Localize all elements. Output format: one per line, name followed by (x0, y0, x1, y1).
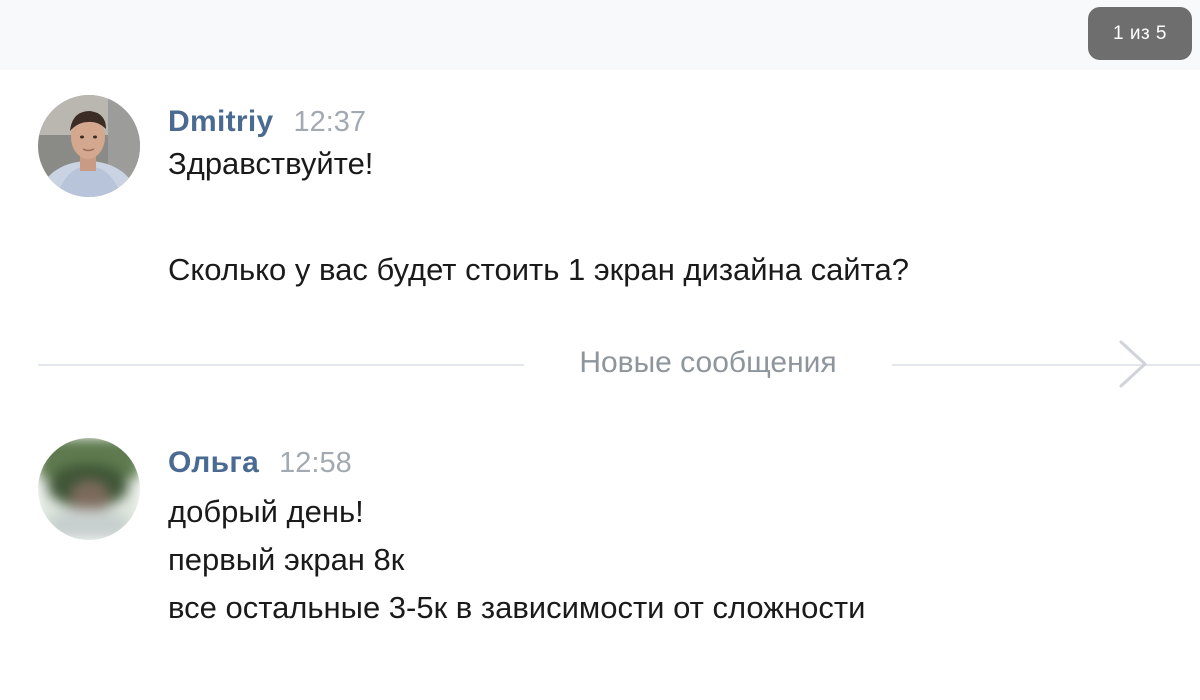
message-header: Ольга 12:58 (168, 446, 352, 486)
message-line: Сколько у вас будет стоить 1 экран дизай… (168, 252, 909, 287)
page-counter-badge: 1 из 5 (1088, 7, 1192, 60)
message-body: добрый день! первый экран 8к все остальн… (168, 488, 1168, 632)
message-line: первый экран 8к (168, 542, 405, 577)
message-line: все остальные 3-5к в зависимости от слож… (168, 590, 866, 625)
next-page-button[interactable] (1108, 336, 1158, 392)
user-photo-avatar-icon (38, 95, 140, 197)
message-time: 12:58 (279, 447, 352, 479)
blurred-user-avatar-icon (38, 438, 140, 540)
message-line: Здравствуйте! (168, 146, 374, 181)
divider-label: Новые сообщения (579, 346, 837, 379)
new-messages-divider: Новые сообщения (0, 336, 1200, 396)
page-counter-label: 1 из 5 (1112, 22, 1168, 44)
chevron-right-icon (1119, 340, 1147, 388)
chat-screenshot: 1 из 5 Dmitriy 12:37 Здравствуйте! Сколь… (0, 0, 1200, 700)
avatar[interactable] (38, 438, 140, 540)
message-line: добрый день! (168, 494, 364, 529)
avatar[interactable] (38, 95, 140, 197)
author-name[interactable]: Dmitriy (168, 105, 273, 139)
message-body: Здравствуйте! Сколько у вас будет стоить… (168, 145, 1168, 289)
message-header: Dmitriy 12:37 (168, 105, 366, 145)
top-bar (0, 0, 1200, 70)
message-time: 12:37 (293, 106, 367, 138)
divider-line (38, 364, 524, 366)
author-name[interactable]: Ольга (168, 446, 259, 480)
